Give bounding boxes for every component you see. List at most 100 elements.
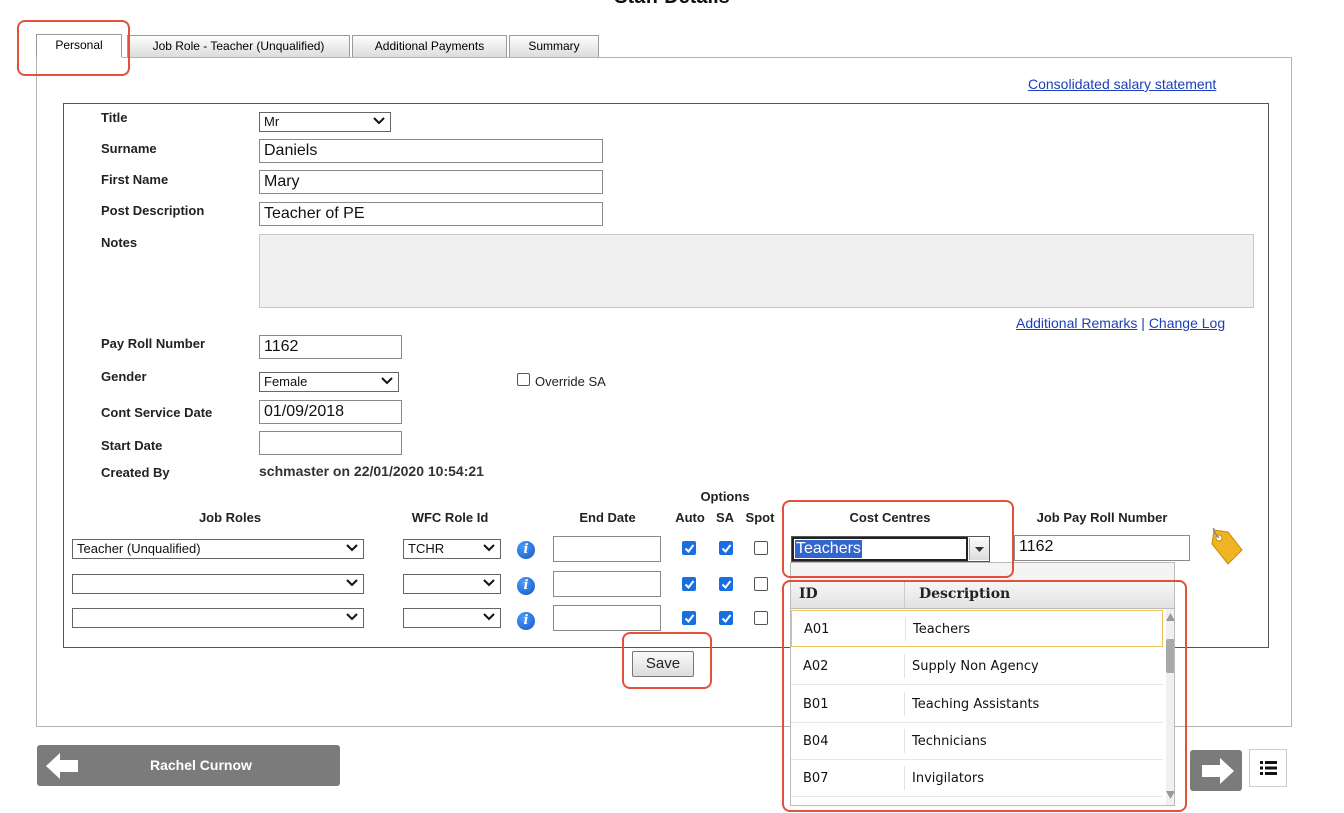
tab-personal[interactable]: Personal xyxy=(36,34,122,58)
start-date-label: Start Date xyxy=(101,438,163,453)
grid-header-id[interactable]: ID xyxy=(799,586,818,602)
start-date-input[interactable] xyxy=(259,431,402,455)
wfc-role-select-2[interactable] xyxy=(403,574,501,594)
gender-label: Gender xyxy=(101,369,147,384)
tab-panel-border xyxy=(122,57,1292,58)
override-sa-label: Override SA xyxy=(535,374,606,389)
scroll-up-icon[interactable] xyxy=(1166,613,1175,621)
grid-cell-id: B01 xyxy=(803,697,829,712)
prev-staff-button[interactable]: Rachel Curnow xyxy=(37,745,340,786)
grid-header: ID Description xyxy=(791,582,1174,609)
spot-checkbox-3[interactable] xyxy=(754,611,768,625)
info-icon[interactable]: i xyxy=(517,612,535,630)
wfc-role-select-3[interactable] xyxy=(403,608,501,628)
end-date-input-3[interactable] xyxy=(553,605,661,631)
grid-cell-id: B04 xyxy=(803,734,829,749)
dropdown-arrow-icon xyxy=(975,547,984,552)
cont-service-label: Cont Service Date xyxy=(101,405,213,420)
grid-header-divider xyxy=(904,582,905,608)
chevron-down-icon xyxy=(483,579,495,587)
additional-remarks-link[interactable]: Additional Remarks xyxy=(1016,315,1137,331)
scrollbar-thumb[interactable] xyxy=(1166,639,1174,673)
sa-checkbox[interactable] xyxy=(719,541,733,555)
next-staff-button[interactable] xyxy=(1190,750,1242,791)
job-payroll-input[interactable]: 1162 xyxy=(1014,535,1190,561)
cost-centre-dropdown-list[interactable]: ID Description A01 Teachers A02 Supply N… xyxy=(790,562,1175,806)
job-role-value: Teacher (Unqualified) xyxy=(77,541,201,556)
spot-checkbox-2[interactable] xyxy=(754,577,768,591)
save-button[interactable]: Save xyxy=(632,651,694,677)
tab-additional-payments[interactable]: Additional Payments xyxy=(352,35,507,57)
chevron-down-icon xyxy=(483,544,495,552)
grid-row[interactable]: B04 Technicians xyxy=(791,723,1163,760)
info-icon[interactable]: i xyxy=(517,541,535,559)
scroll-down-icon[interactable] xyxy=(1166,791,1175,799)
grid-cell-id: A01 xyxy=(804,622,830,637)
wfc-role-header: WFC Role Id xyxy=(411,510,489,525)
auto-header: Auto xyxy=(675,510,705,525)
grid-row[interactable]: B01 Teaching Assistants xyxy=(791,686,1163,723)
job-role-select-2[interactable] xyxy=(72,574,364,594)
auto-checkbox-3[interactable] xyxy=(682,611,696,625)
grid-top-strip xyxy=(791,563,1174,582)
job-roles-header: Job Roles xyxy=(198,510,262,525)
job-role-select[interactable]: Teacher (Unqualified) xyxy=(72,539,364,559)
wfc-role-select[interactable]: TCHR xyxy=(403,539,501,559)
override-sa-checkbox[interactable] xyxy=(517,373,530,386)
created-by-value: schmaster on 22/01/2020 10:54:21 xyxy=(259,463,484,479)
auto-checkbox[interactable] xyxy=(682,541,696,555)
price-tag-icon[interactable] xyxy=(1208,525,1244,569)
grid-row-selected[interactable]: A01 Teachers xyxy=(791,610,1163,647)
gender-select[interactable]: Female xyxy=(259,372,399,392)
cost-centre-combobox[interactable]: Teachers xyxy=(791,536,990,562)
cost-centre-dropdown-button[interactable] xyxy=(969,538,989,560)
post-description-label: Post Description xyxy=(101,203,205,218)
grid-scrollbar[interactable] xyxy=(1166,609,1175,805)
payroll-input[interactable]: 1162 xyxy=(259,335,402,359)
cost-centres-header: Cost Centres xyxy=(849,510,931,525)
prev-staff-label: Rachel Curnow xyxy=(150,757,252,773)
first-name-input[interactable]: Mary xyxy=(259,170,603,194)
grid-row[interactable]: A02 Supply Non Agency xyxy=(791,648,1163,685)
tab-summary[interactable]: Summary xyxy=(509,35,599,57)
end-date-input-2[interactable] xyxy=(553,571,661,597)
end-date-input[interactable] xyxy=(553,536,661,562)
change-log-link[interactable]: Change Log xyxy=(1149,315,1225,331)
grid-cell-description: Teachers xyxy=(913,622,971,637)
chevron-down-icon xyxy=(346,579,358,587)
gender-select-value: Female xyxy=(264,374,308,389)
cont-service-input[interactable]: 01/09/2018 xyxy=(259,400,402,424)
chevron-down-icon xyxy=(483,613,495,621)
remarks-links: Additional Remarks | Change Log xyxy=(1016,315,1225,331)
grid-header-description[interactable]: Description xyxy=(919,586,1010,602)
notes-textarea[interactable] xyxy=(259,234,1254,308)
options-header: Options xyxy=(700,489,750,504)
grid-cell-description: Technicians xyxy=(912,734,987,749)
grid-cell-description: Teaching Assistants xyxy=(912,697,1040,712)
arrow-left-icon xyxy=(46,753,78,779)
chevron-down-icon xyxy=(373,117,385,125)
first-name-label: First Name xyxy=(101,172,169,187)
tab-job-role[interactable]: Job Role - Teacher (Unqualified) xyxy=(127,35,350,57)
grid-cell-description: Invigilators xyxy=(912,771,984,786)
surname-input[interactable]: Daniels xyxy=(259,139,603,163)
job-payroll-header: Job Pay Roll Number xyxy=(1036,510,1168,525)
payroll-label: Pay Roll Number xyxy=(101,336,206,351)
sa-header: SA xyxy=(715,510,735,525)
sa-checkbox-2[interactable] xyxy=(719,577,733,591)
cost-centre-input-focus: Teachers xyxy=(792,537,968,561)
job-role-select-3[interactable] xyxy=(72,608,364,628)
grid-row[interactable]: B07 Invigilators xyxy=(791,760,1163,797)
wfc-role-value: TCHR xyxy=(408,541,445,556)
grid-cell-id: A02 xyxy=(803,659,829,674)
title-select[interactable]: Mr xyxy=(259,112,391,132)
sa-checkbox-3[interactable] xyxy=(719,611,733,625)
spot-checkbox[interactable] xyxy=(754,541,768,555)
title-label: Title xyxy=(101,110,128,125)
info-icon[interactable]: i xyxy=(517,577,535,595)
chevron-down-icon xyxy=(381,377,393,385)
list-view-button[interactable] xyxy=(1249,749,1287,787)
auto-checkbox-2[interactable] xyxy=(682,577,696,591)
post-description-input[interactable]: Teacher of PE xyxy=(259,202,603,226)
consolidated-salary-link[interactable]: Consolidated salary statement xyxy=(1028,76,1216,92)
